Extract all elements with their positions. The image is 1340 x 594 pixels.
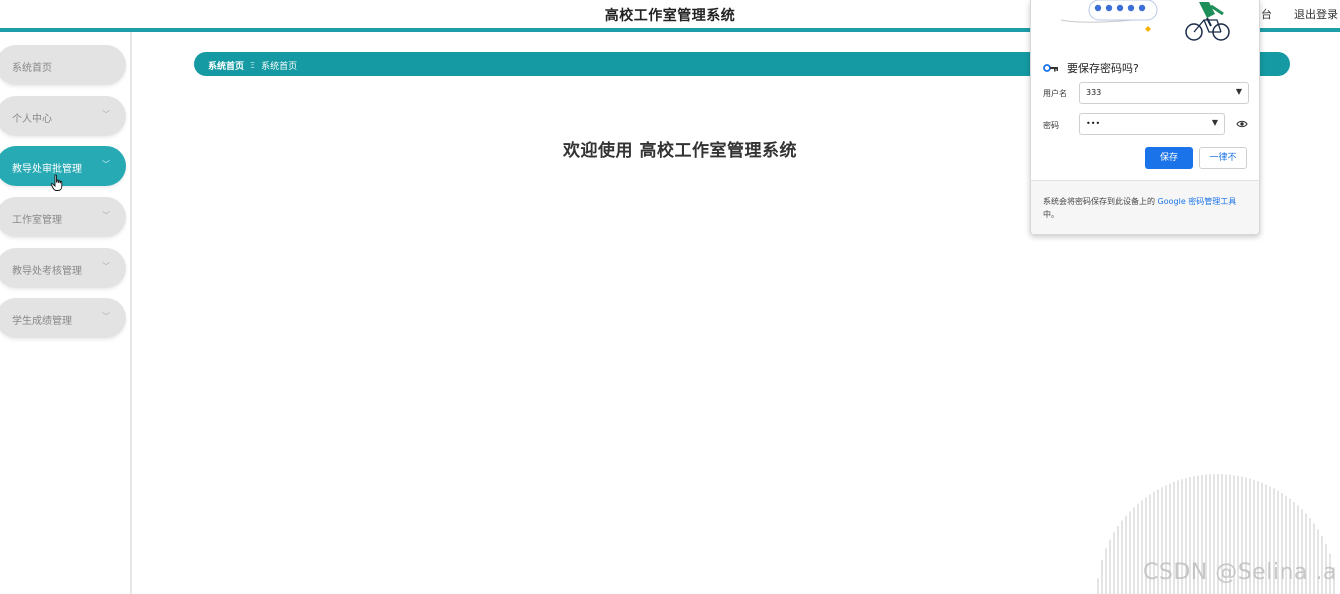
popup-divider: [1031, 180, 1259, 181]
sidebar-item-home[interactable]: 系统首页: [0, 45, 126, 85]
username-value: 333: [1086, 88, 1102, 97]
save-password-popup: 要保存密码吗? 用户名 333 ▼ 密码 ••• ▼ 保存 一律不 系统会将密码…: [1030, 0, 1260, 235]
eye-icon[interactable]: [1236, 119, 1248, 129]
breadcrumb-home-link[interactable]: 系统首页: [208, 59, 244, 72]
chevron-down-icon: ﹀: [102, 262, 110, 271]
logout-link[interactable]: 退出登录: [1294, 6, 1338, 22]
footer-prefix: 系统会将密码保存到此设备上的: [1043, 197, 1158, 206]
sidebar-item-label: 教导处审批管理: [12, 164, 82, 175]
password-select[interactable]: ••• ▼: [1079, 113, 1225, 135]
header-actions: 台 退出登录: [1261, 6, 1338, 22]
sidebar-item-label: 学生成绩管理: [12, 316, 72, 327]
username-select[interactable]: 333 ▼: [1079, 82, 1249, 104]
password-label: 密码: [1043, 121, 1059, 130]
popup-title: 要保存密码吗?: [1067, 62, 1139, 75]
popup-title-row: 要保存密码吗?: [1043, 60, 1139, 76]
cyclist-illustration: [1060, 0, 1230, 41]
sidebar-item-personal-center[interactable]: 个人中心 ﹀: [0, 96, 126, 136]
sidebar-item-grades-management[interactable]: 学生成绩管理 ﹀: [0, 298, 126, 338]
dropdown-caret-icon: ▼: [1211, 118, 1218, 127]
key-icon: [1043, 64, 1058, 72]
popup-footer-text: 系统会将密码保存到此设备上的 Google 密码管理工具中。: [1043, 195, 1249, 221]
chevron-down-icon: ﹀: [102, 110, 110, 119]
chevron-down-icon: ﹀: [102, 312, 110, 321]
password-value: •••: [1086, 119, 1101, 128]
never-button[interactable]: 一律不: [1199, 147, 1247, 169]
breadcrumb-current: 系统首页: [261, 62, 298, 72]
dropdown-caret-icon: ▼: [1235, 87, 1242, 96]
sidebar-item-label: 系统首页: [12, 63, 52, 74]
hand-cursor-icon: [50, 174, 63, 191]
username-label: 用户名: [1043, 89, 1067, 98]
sidebar-item-studio-management[interactable]: 工作室管理 ﹀: [0, 197, 126, 237]
save-button[interactable]: 保存: [1145, 147, 1193, 169]
sidebar-item-label: 个人中心: [12, 114, 52, 125]
google-password-manager-link[interactable]: Google 密码管理工具: [1158, 197, 1237, 206]
breadcrumb-separator: Ξ: [250, 61, 256, 70]
footer-suffix: 中。: [1043, 210, 1059, 219]
sidebar-item-assessment-management[interactable]: 教导处考核管理 ﹀: [0, 248, 126, 288]
sidebar: 系统首页 个人中心 ﹀ 教导处审批管理 ﹀ 工作室管理 ﹀ 教导处考核管理 ﹀ …: [0, 32, 132, 594]
header-link-partial[interactable]: 台: [1261, 6, 1272, 22]
sidebar-item-label: 教导处考核管理: [12, 266, 82, 277]
chevron-down-icon: ﹀: [102, 211, 110, 220]
sidebar-item-label: 工作室管理: [12, 215, 62, 226]
csdn-watermark: CSDN @Selina .a: [1143, 560, 1337, 585]
